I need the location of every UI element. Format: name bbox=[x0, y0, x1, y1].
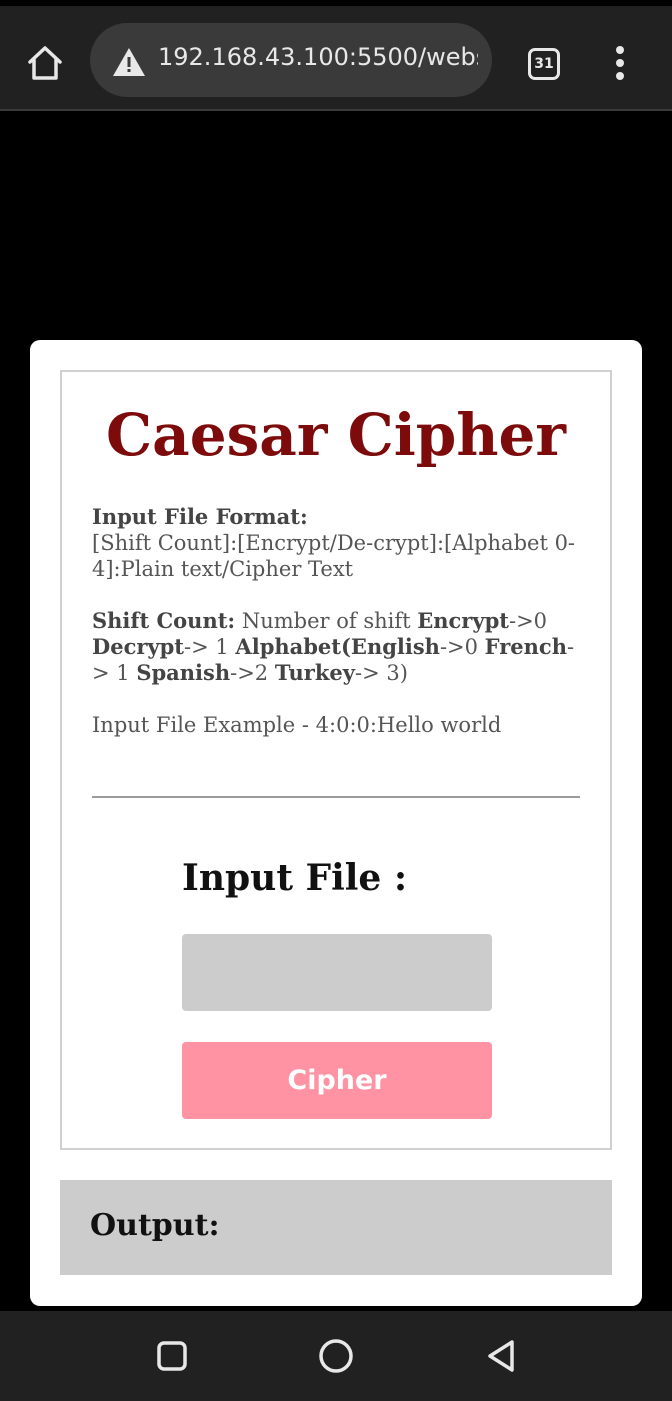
cipher-button[interactable]: Cipher bbox=[182, 1042, 492, 1119]
output-panel: Output: bbox=[60, 1180, 612, 1275]
file-input[interactable] bbox=[182, 934, 492, 1011]
browser-toolbar: 192.168.43.100:5500/websit 31 bbox=[0, 0, 672, 111]
english-value: ->0 bbox=[439, 635, 485, 659]
input-file-label: Input File : bbox=[182, 857, 408, 899]
encrypt-value: ->0 bbox=[508, 609, 548, 633]
home-icon[interactable] bbox=[24, 42, 66, 84]
shift-count-text: Number of shift bbox=[235, 609, 418, 633]
spanish-value: ->2 bbox=[230, 661, 275, 685]
triangle-back-icon[interactable] bbox=[482, 1336, 522, 1376]
spanish-label: Spanish bbox=[136, 660, 231, 685]
warning-icon[interactable] bbox=[112, 47, 146, 77]
output-label: Output: bbox=[90, 1208, 220, 1243]
format-text: [Shift Count]:[Encrypt/De-crypt]:[Alphab… bbox=[92, 531, 576, 581]
shift-count-paragraph: Shift Count: Number of shift Encrypt->0 … bbox=[92, 608, 584, 686]
turkey-value: -> 3) bbox=[355, 661, 408, 685]
turkey-label: Turkey bbox=[274, 660, 355, 685]
alphabet-label: Alphabet(English bbox=[235, 634, 440, 659]
url-text[interactable]: 192.168.43.100:5500/websit bbox=[158, 43, 478, 77]
format-paragraph: Input File Format: [Shift Count]:[Encryp… bbox=[92, 504, 584, 582]
encrypt-label: Encrypt bbox=[417, 608, 509, 633]
url-bar[interactable]: 192.168.43.100:5500/websit bbox=[90, 23, 492, 97]
circle-icon[interactable] bbox=[316, 1336, 356, 1376]
cipher-form-panel: Caesar Cipher Input File Format: [Shift … bbox=[60, 370, 612, 1150]
page-title: Caesar Cipher bbox=[105, 401, 566, 469]
decrypt-value: -> 1 bbox=[184, 635, 236, 659]
instructions: Input File Format: [Shift Count]:[Encryp… bbox=[92, 504, 584, 764]
square-icon[interactable] bbox=[152, 1336, 192, 1376]
french-label: French bbox=[484, 634, 567, 659]
more-vert-icon[interactable] bbox=[608, 46, 632, 86]
page-card: Caesar Cipher Input File Format: [Shift … bbox=[30, 340, 642, 1306]
system-nav-bar bbox=[0, 1311, 672, 1401]
divider bbox=[92, 796, 580, 798]
format-heading: Input File Format: bbox=[92, 504, 308, 529]
example-text: Input File Example - 4:0:0:Hello world bbox=[92, 713, 502, 737]
decrypt-label: Decrypt bbox=[92, 634, 185, 659]
shift-count-label: Shift Count: bbox=[92, 608, 236, 633]
tab-switcher-button[interactable]: 31 bbox=[528, 48, 560, 80]
